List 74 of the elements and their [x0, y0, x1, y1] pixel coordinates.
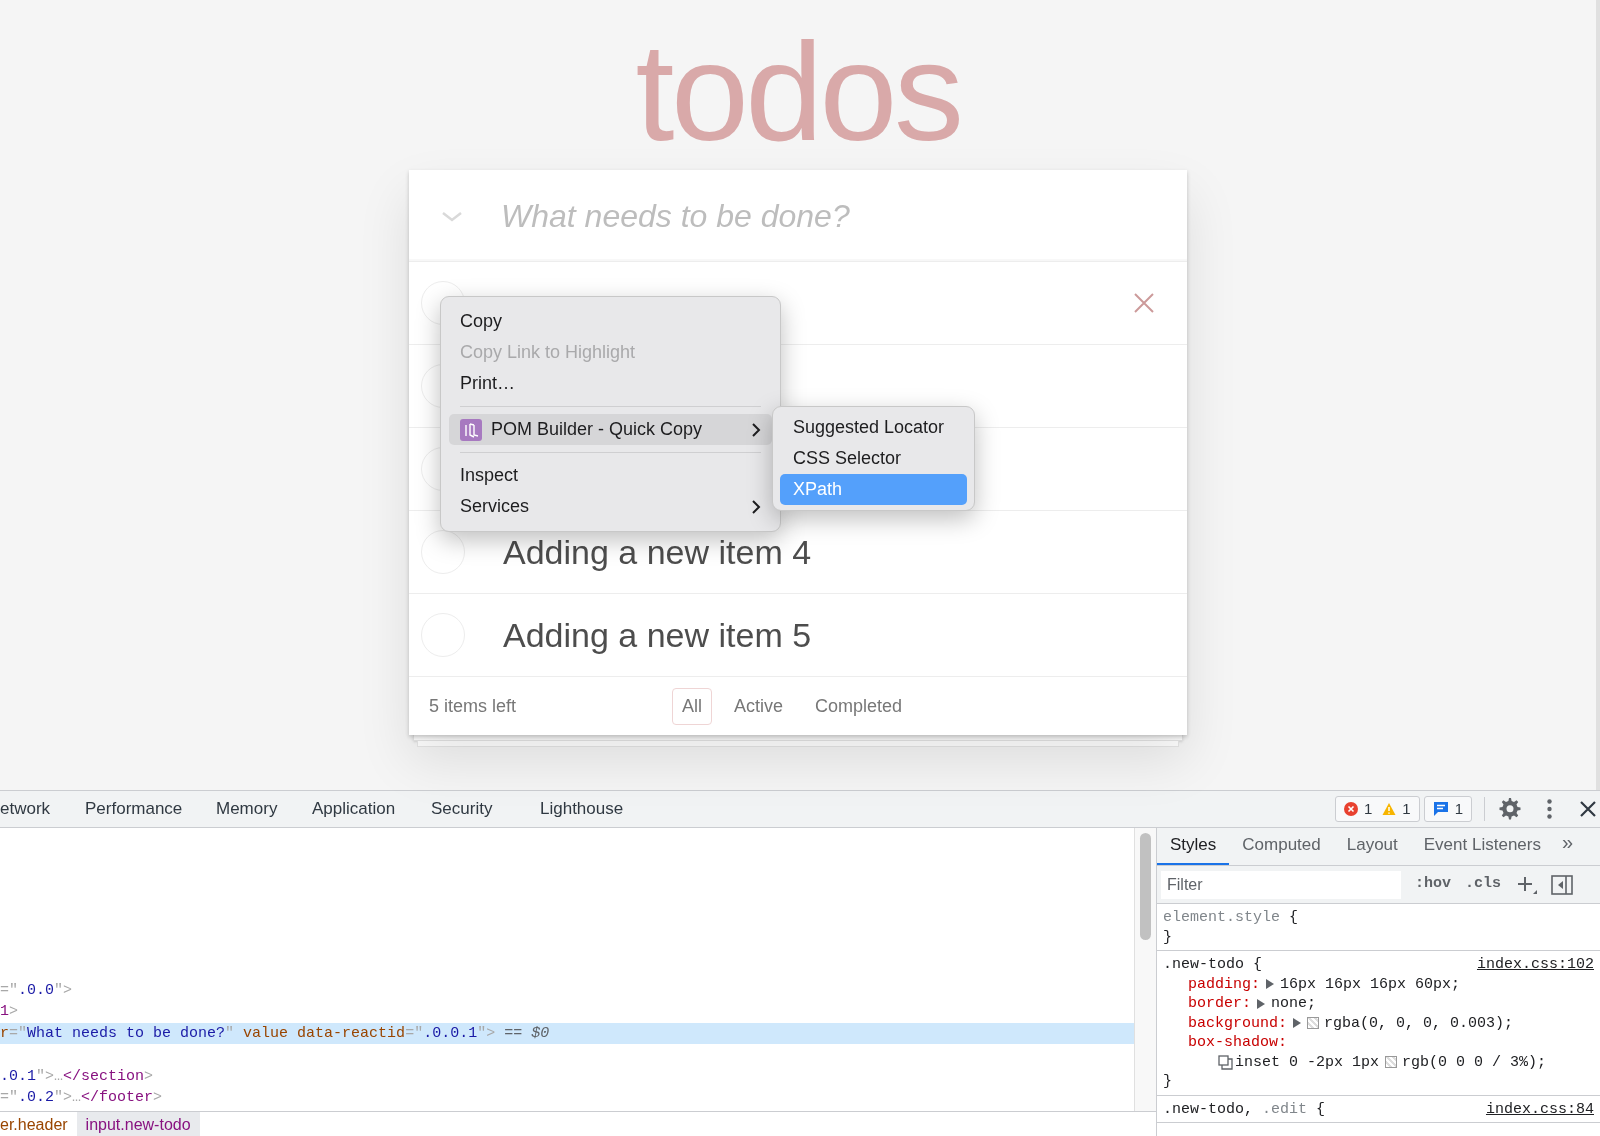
menu-item[interactable]: Inspect — [449, 460, 772, 491]
new-todo-field[interactable]: What needs to be done? — [501, 191, 1141, 240]
css-selector: .new-todo, — [1163, 1099, 1253, 1119]
issues-counter[interactable]: 1 1 — [1334, 796, 1420, 822]
brace: { — [1316, 1099, 1326, 1119]
devtools-tab[interactable]: etwork — [0, 791, 51, 827]
css-property: box-shadow: — [1188, 1033, 1288, 1053]
expand-triangle-icon[interactable] — [1293, 1018, 1302, 1029]
menu-item[interactable]: Copy — [449, 306, 772, 337]
css-value: rgba(0, 0, 0, 0.003); — [1324, 1013, 1514, 1033]
menu-item[interactable]: Print… — [449, 368, 772, 399]
hover-state-toggle[interactable]: :hov — [1415, 873, 1451, 896]
more-tabs-button[interactable]: » — [1561, 827, 1574, 865]
css-value: rgb(0 0 0 / 3%); — [1402, 1052, 1547, 1072]
brace: { — [1253, 955, 1263, 975]
message-icon — [1432, 801, 1449, 817]
filter-link[interactable]: All — [672, 687, 712, 725]
css-property: padding: — [1188, 974, 1260, 994]
shadow-editor-icon[interactable] — [1218, 1054, 1233, 1070]
menu-item[interactable]: POM Builder - Quick Copy — [449, 414, 772, 445]
source-link[interactable]: index.css:84 — [1485, 1099, 1594, 1119]
dom-line[interactable]: =".0.0"> — [0, 980, 1134, 1002]
color-swatch[interactable] — [1385, 1056, 1398, 1069]
submenu-item[interactable]: CSS Selector — [780, 443, 967, 474]
styles-pane-tab[interactable]: Event Listeners — [1410, 831, 1554, 865]
css-selector: element.style — [1163, 908, 1281, 928]
brace: { — [1289, 908, 1299, 928]
extension-icon — [460, 418, 482, 441]
breadcrumb[interactable]: er.header — [0, 1112, 77, 1136]
items-left-count: 5 items left — [429, 694, 518, 718]
close-icon[interactable] — [1580, 801, 1596, 817]
filter-link[interactable]: Completed — [805, 687, 913, 725]
scrollbar-thumb[interactable] — [1140, 833, 1151, 940]
expand-triangle-icon[interactable] — [1257, 998, 1265, 1009]
devtools-tab[interactable]: Performance — [85, 791, 183, 827]
submenu-item[interactable]: Suggested Locator — [780, 412, 967, 443]
error-icon — [1343, 802, 1358, 816]
submenu-chevron-icon — [751, 498, 761, 515]
filter-field[interactable]: Filter — [1161, 870, 1401, 899]
expand-triangle-icon[interactable] — [1266, 979, 1274, 990]
source-link[interactable]: index.css:102 — [1476, 955, 1594, 975]
sidebar-toggle-icon[interactable] — [1551, 874, 1574, 895]
styles-pane-tab[interactable]: Layout — [1333, 831, 1411, 865]
css-property: border: — [1188, 994, 1251, 1014]
filter-link[interactable]: Active — [724, 687, 794, 725]
breadcrumb[interactable]: input.new-todo — [76, 1112, 200, 1136]
css-selector: .edit — [1262, 1099, 1308, 1119]
color-swatch[interactable] — [1307, 1017, 1320, 1030]
brace: } — [1163, 1072, 1172, 1092]
css-property: background: — [1188, 1013, 1288, 1033]
more-options-icon[interactable] — [1547, 799, 1552, 819]
add-rule-icon[interactable] — [1517, 875, 1538, 894]
dom-line[interactable]: =".0.2">…</footer> — [0, 1086, 1134, 1109]
todo-item-text: Adding a new item 5 — [503, 614, 812, 656]
devtools-tab[interactable]: Lighthouse — [540, 791, 624, 827]
devtools-tab[interactable]: Application — [312, 791, 396, 827]
menu-item[interactable]: Services — [449, 491, 772, 522]
css-value: none; — [1271, 994, 1317, 1014]
css-value: 16px 16px 16px 60px; — [1280, 974, 1461, 994]
app-title: todos — [634, 12, 962, 170]
styles-pane-tab[interactable]: Computed — [1229, 831, 1334, 865]
devtools-tab[interactable]: Security — [431, 791, 493, 827]
dom-line[interactable]: .0.1">…</section> — [0, 1065, 1134, 1087]
warning-icon — [1382, 802, 1397, 816]
submenu-chevron-icon — [751, 421, 761, 438]
devtools-tab[interactable]: Memory — [216, 791, 278, 827]
messages-counter[interactable]: 1 — [1423, 796, 1472, 822]
css-selector: .new-todo — [1163, 955, 1244, 975]
settings-icon[interactable] — [1499, 798, 1521, 820]
todo-item-text: Adding a new item 4 — [503, 531, 812, 573]
brace: } — [1163, 927, 1172, 947]
css-value: inset 0 -2px 1px — [1235, 1052, 1380, 1072]
dom-line[interactable]: 1> — [0, 1001, 1134, 1023]
class-toggle[interactable]: .cls — [1465, 873, 1502, 896]
